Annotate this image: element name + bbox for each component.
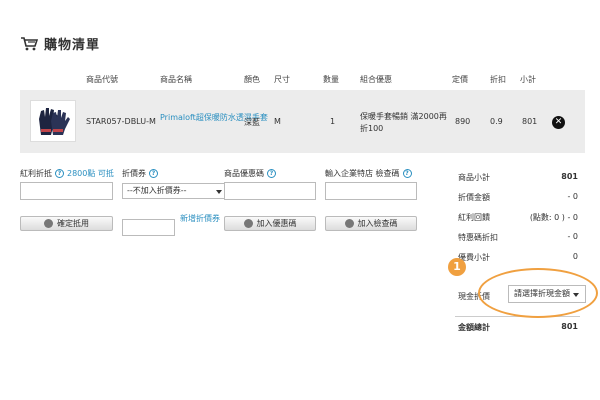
- bonus-label: 紅利折抵: [20, 169, 52, 178]
- voucher-select-value: --不加入折價券--: [127, 186, 187, 195]
- callout-highlight-ring: [478, 268, 598, 318]
- voucher-label-row: 折價券 ?: [122, 168, 158, 179]
- product-size: M: [274, 117, 281, 126]
- product-image[interactable]: [30, 100, 76, 142]
- help-icon[interactable]: ?: [149, 169, 158, 178]
- confirm-bonus-label: 確定抵用: [57, 219, 89, 228]
- enterprise-label: 輸入企業特店 檢查碼: [325, 169, 400, 178]
- glove-image: [39, 108, 70, 135]
- help-icon[interactable]: ?: [267, 169, 276, 178]
- header-code: 商品代號: [86, 75, 118, 84]
- header-price: 定價: [452, 75, 468, 84]
- header-size: 尺寸: [274, 75, 290, 84]
- add-coupon-label: 加入優惠碼: [256, 219, 297, 228]
- enterprise-input[interactable]: [325, 182, 417, 200]
- summary-label-subtotal: 商品小計: [458, 173, 490, 182]
- bonus-points: 2800點 可抵: [67, 169, 114, 178]
- total-value: 801: [561, 322, 578, 331]
- bonus-label-row: 紅利折抵 ? 2800點 可抵: [20, 168, 114, 179]
- header-subtotal: 小計: [520, 75, 536, 84]
- header-qty: 數量: [323, 75, 339, 84]
- summary-value-special: - 0: [567, 232, 578, 241]
- confirm-bonus-button[interactable]: 確定抵用: [20, 216, 113, 231]
- header-color: 顏色: [244, 75, 260, 84]
- chevron-down-icon: [216, 190, 222, 194]
- callout-number-badge: 1: [448, 258, 466, 276]
- voucher-code-input[interactable]: [122, 219, 175, 236]
- product-promo: 保暖手套暢銷 滿2000再折100: [360, 112, 447, 133]
- enterprise-label-row: 輸入企業特店 檢查碼 ?: [325, 168, 412, 179]
- coupon-input[interactable]: [224, 182, 316, 200]
- remove-item-icon[interactable]: ✕: [552, 116, 565, 129]
- product-discount: 0.9: [490, 117, 503, 126]
- summary-label-voucher: 折價金額: [458, 193, 490, 202]
- summary-label-bonus: 紅利回饋: [458, 213, 490, 222]
- help-icon[interactable]: ?: [55, 169, 64, 178]
- add-check-code-label: 加入檢查碼: [357, 219, 398, 228]
- new-voucher-link[interactable]: 新增折價券: [180, 213, 220, 225]
- add-coupon-button[interactable]: 加入優惠碼: [224, 216, 316, 231]
- header-discount: 折扣: [490, 75, 506, 84]
- header-name: 商品名稱: [160, 75, 192, 84]
- voucher-select[interactable]: --不加入折價券--: [122, 183, 227, 199]
- coupon-label-row: 商品優惠碼 ?: [224, 168, 276, 179]
- product-subtotal: 801: [522, 117, 538, 126]
- header-promo: 組合優惠: [360, 75, 392, 84]
- summary-value-subtotal: 801: [561, 172, 578, 181]
- refresh-icon: [344, 219, 354, 228]
- refresh-icon: [44, 219, 53, 228]
- summary-label-special: 特惠碼折扣: [458, 233, 498, 242]
- total-label: 金額總計: [458, 323, 490, 332]
- page-title: 購物清單: [44, 38, 101, 53]
- product-qty: 1: [330, 117, 336, 126]
- summary-value-voucher: - 0: [567, 192, 578, 201]
- add-check-code-button[interactable]: 加入檢查碼: [325, 216, 417, 231]
- page-header: 購物清單: [20, 34, 100, 53]
- product-price: 890: [455, 117, 471, 126]
- summary-value-bonus: (點數: 0 ) - 0: [529, 213, 578, 222]
- refresh-icon: [243, 219, 253, 228]
- summary-value-fee: 0: [572, 252, 578, 261]
- help-icon[interactable]: ?: [402, 169, 412, 178]
- product-code: STAR057-DBLU-M: [86, 117, 156, 126]
- shopping-cart-icon: [21, 36, 38, 50]
- coupon-label: 商品優惠碼: [224, 169, 264, 178]
- voucher-label: 折價券: [122, 169, 146, 178]
- bonus-input[interactable]: [20, 182, 113, 200]
- product-color: 深藍: [244, 118, 260, 127]
